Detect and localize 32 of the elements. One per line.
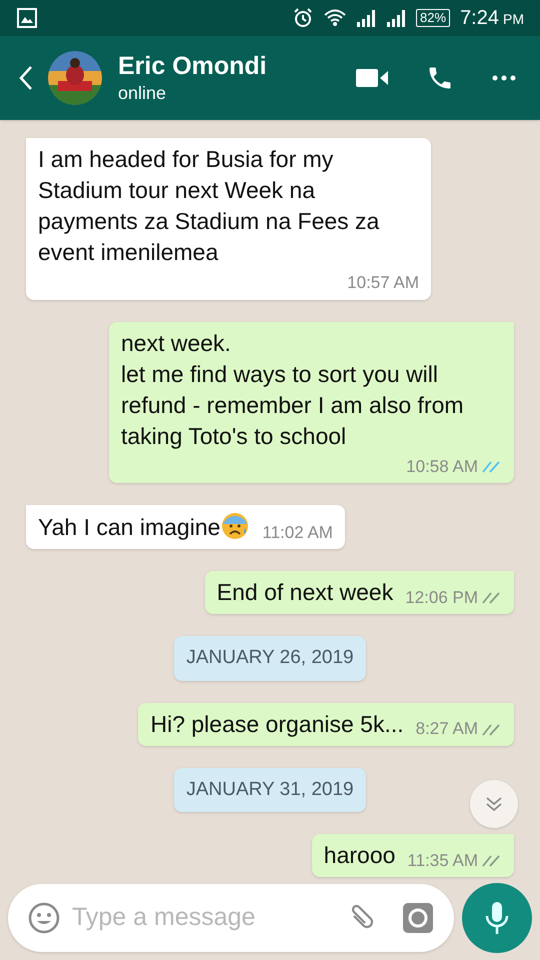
wifi-icon <box>324 9 346 27</box>
message-time: 12:06 PM <box>405 586 478 608</box>
alarm-clock-icon <box>292 7 314 29</box>
message-time: 11:02 AM <box>262 522 333 544</box>
battery-indicator: 82% <box>416 9 450 27</box>
message-text: harooo <box>324 841 396 870</box>
contact-status: online <box>118 82 168 105</box>
message-time: 11:35 AM <box>407 850 478 872</box>
signal-icon <box>356 9 376 27</box>
video-call-icon[interactable] <box>356 68 388 88</box>
date-chip: JANUARY 26, 2019 <box>174 636 366 680</box>
microphone-icon <box>485 901 509 935</box>
message-time: 10:58 AM <box>406 456 478 478</box>
double-chevron-down-icon <box>485 796 503 812</box>
message-text: End of next week <box>216 578 394 607</box>
smiley-icon[interactable] <box>28 902 60 934</box>
signal-icon <box>386 9 406 27</box>
date-chip: JANUARY 31, 2019 <box>174 768 366 812</box>
image-icon <box>16 7 38 29</box>
message-time: 10:57 AM <box>347 272 419 294</box>
more-options-icon[interactable] <box>492 75 516 81</box>
message-time: 8:27 AM <box>416 718 478 740</box>
message-text: Yah I can imagine <box>38 511 250 543</box>
contact-name: Eric Omondi <box>118 51 267 81</box>
clock-time: 7:24 PM <box>460 6 524 31</box>
camera-icon[interactable] <box>402 902 434 934</box>
message-text: Hi? please organise 5k... <box>150 710 404 739</box>
message-text: I am headed for Busia for my Stadium tour next Week na payments za Stadium na Fees za event imenilemea <box>38 145 380 267</box>
message-text: next week. let me find ways to sort you will refund - remember I am also from taking Toto's to school <box>121 328 465 451</box>
message-composer[interactable]: Type a message <box>8 884 454 952</box>
scroll-down-button[interactable] <box>470 780 518 828</box>
message-input-field[interactable]: Type a message <box>72 899 334 937</box>
